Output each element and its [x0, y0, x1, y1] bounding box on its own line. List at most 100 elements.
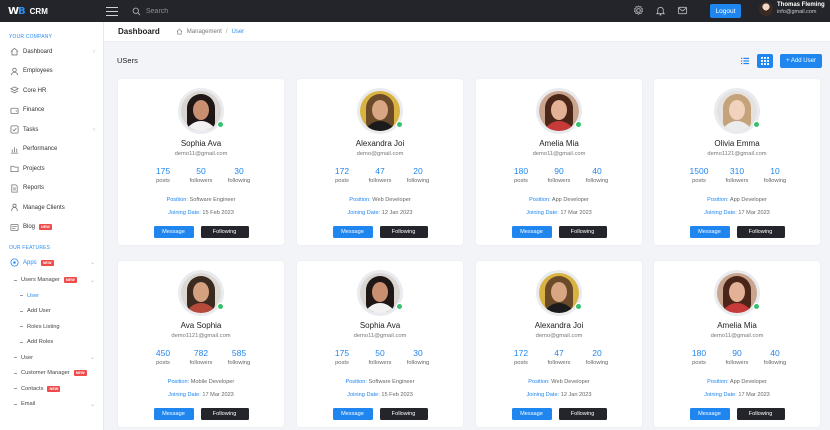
- joining-value: 15 Feb 2023: [202, 210, 234, 216]
- menu-toggle-icon[interactable]: [106, 6, 118, 16]
- sidebar-item-apps[interactable]: Apps NEW ⌄: [0, 253, 103, 273]
- user-name: Thomas Fleming: [777, 2, 825, 9]
- following-button[interactable]: Following: [736, 226, 785, 238]
- search-bar[interactable]: [132, 7, 266, 16]
- following-button[interactable]: Following: [379, 226, 428, 238]
- blog-icon: [10, 223, 19, 232]
- grid-view-button[interactable]: [757, 54, 773, 68]
- user-profile[interactable]: Thomas Fleming info@gmail.com: [759, 2, 825, 16]
- posts-label: posts: [692, 178, 706, 185]
- followers-label: followers: [189, 360, 213, 367]
- avatar[interactable]: [357, 270, 403, 316]
- sidebar-item-finance[interactable]: Finance: [0, 101, 103, 121]
- logout-button[interactable]: Logout: [710, 4, 741, 18]
- sidebar-item-reports[interactable]: Reports: [0, 179, 103, 199]
- joining-key: Joining Date:: [168, 392, 201, 398]
- joining-value: 12 Jan 2023: [560, 392, 592, 398]
- message-button[interactable]: Message: [511, 226, 552, 238]
- following-label: following: [585, 360, 609, 367]
- avatar[interactable]: [536, 88, 582, 134]
- sidebar-item-tasks[interactable]: Tasks ›: [0, 120, 103, 140]
- position-row: Position: Web Developer: [476, 379, 642, 385]
- sidebar-subitem-add-user[interactable]: Add User: [0, 304, 103, 320]
- mail-icon[interactable]: [677, 5, 688, 16]
- followers-count: 782: [193, 348, 209, 358]
- online-status-dot: [396, 303, 403, 310]
- dash-icon: [14, 357, 17, 359]
- add-user-button[interactable]: + Add User: [780, 54, 822, 68]
- sidebar-item-core-hr[interactable]: Core HR: [0, 81, 103, 101]
- avatar[interactable]: [357, 88, 403, 134]
- bell-icon[interactable]: [655, 5, 666, 16]
- following-button[interactable]: Following: [379, 408, 428, 420]
- folder-icon: [10, 164, 19, 173]
- joining-value: 17 Mar 2023: [202, 392, 234, 398]
- position-row: Position: App Developer: [654, 379, 820, 385]
- sidebar-subitem-users-manager[interactable]: Users Manager NEW ⌄: [0, 273, 103, 289]
- sidebar-subitem-user[interactable]: User ⌄: [0, 350, 103, 366]
- sidebar-section-features: OUR FEATURES: [9, 245, 51, 251]
- position-row: Position: Mobile Developer: [118, 379, 284, 385]
- following-count: 40: [592, 166, 602, 176]
- sidebar-subitem-roles-listing[interactable]: Roles Listing: [0, 319, 103, 335]
- sidebar-subitem-customer-manager[interactable]: Customer Manager NEW: [0, 366, 103, 382]
- sidebar-subitem-contacts[interactable]: Contacts NEW: [0, 381, 103, 397]
- position-value: Mobile Developer: [190, 379, 235, 385]
- sidebar-item-label: Finance: [23, 107, 45, 114]
- sidebar-subitem-label: Add User: [27, 308, 51, 315]
- layers-icon: [10, 86, 19, 95]
- following-label: following: [406, 178, 430, 185]
- following-button[interactable]: Following: [736, 408, 785, 420]
- followers-label: followers: [547, 178, 571, 185]
- sidebar-subitem-add-roles[interactable]: Add Roles: [0, 335, 103, 351]
- joining-key: Joining Date:: [168, 210, 201, 216]
- joining-key: Joining Date:: [347, 210, 381, 216]
- sidebar-subitem-user[interactable]: User: [0, 288, 103, 304]
- following-button[interactable]: Following: [558, 226, 607, 238]
- avatar[interactable]: [178, 270, 224, 316]
- posts-label: posts: [156, 178, 170, 185]
- avatar[interactable]: [714, 270, 760, 316]
- message-button[interactable]: Message: [511, 408, 552, 420]
- chevron-right-icon: ›: [93, 126, 95, 133]
- following-button[interactable]: Following: [200, 226, 249, 238]
- avatar[interactable]: [178, 88, 224, 134]
- breadcrumb-home[interactable]: Management: [187, 29, 222, 35]
- user-card: Alexandra Joi demo@gmail.com 172 posts 47 fol…: [297, 79, 463, 245]
- position-value: Web Developer: [372, 197, 411, 203]
- sidebar-item-dashboard[interactable]: Dashboard ›: [0, 42, 103, 62]
- position-row: Position: App Developer: [476, 197, 642, 203]
- message-button[interactable]: Message: [332, 226, 373, 238]
- sidebar-subitem-label: Users Manager: [21, 277, 60, 284]
- sidebar-item-employees[interactable]: Employees: [0, 62, 103, 82]
- following-button[interactable]: Following: [200, 408, 249, 420]
- message-button[interactable]: Message: [153, 226, 194, 238]
- sidebar-item-manage-clients[interactable]: Manage Clients: [0, 198, 103, 218]
- user-name: Alexandra Joi: [355, 139, 405, 148]
- chevron-down-icon: ⌄: [89, 260, 95, 267]
- chevron-right-icon: ›: [93, 48, 95, 55]
- joining-row: Joining Date: 15 Feb 2023: [297, 392, 463, 398]
- following-button[interactable]: Following: [558, 408, 607, 420]
- sidebar-item-blog[interactable]: Blog NEW: [0, 218, 103, 238]
- avatar[interactable]: [536, 270, 582, 316]
- avatar[interactable]: [714, 88, 760, 134]
- search-input[interactable]: [146, 7, 266, 15]
- message-button[interactable]: Message: [689, 408, 730, 420]
- gear-icon[interactable]: [633, 5, 644, 16]
- user-stats: 180 posts 90 followers 40 following: [654, 348, 820, 367]
- posts-label: posts: [692, 360, 706, 367]
- following-count: 10: [770, 166, 780, 176]
- brand[interactable]: WB CRM: [0, 0, 104, 22]
- sidebar-subitem-email[interactable]: Email ⌄: [0, 397, 103, 413]
- user-name: Sophia Ava: [359, 321, 401, 330]
- joining-row: Joining Date: 15 Feb 2023: [118, 210, 284, 216]
- message-button[interactable]: Message: [332, 408, 373, 420]
- message-button[interactable]: Message: [153, 408, 194, 420]
- sidebar-item-projects[interactable]: Projects: [0, 159, 103, 179]
- position-key: Position:: [707, 197, 729, 203]
- sidebar-item-performance[interactable]: Performance: [0, 140, 103, 160]
- list-view-button[interactable]: [739, 55, 751, 67]
- sidebar-subitem-label: Add Roles: [27, 339, 54, 346]
- message-button[interactable]: Message: [689, 226, 730, 238]
